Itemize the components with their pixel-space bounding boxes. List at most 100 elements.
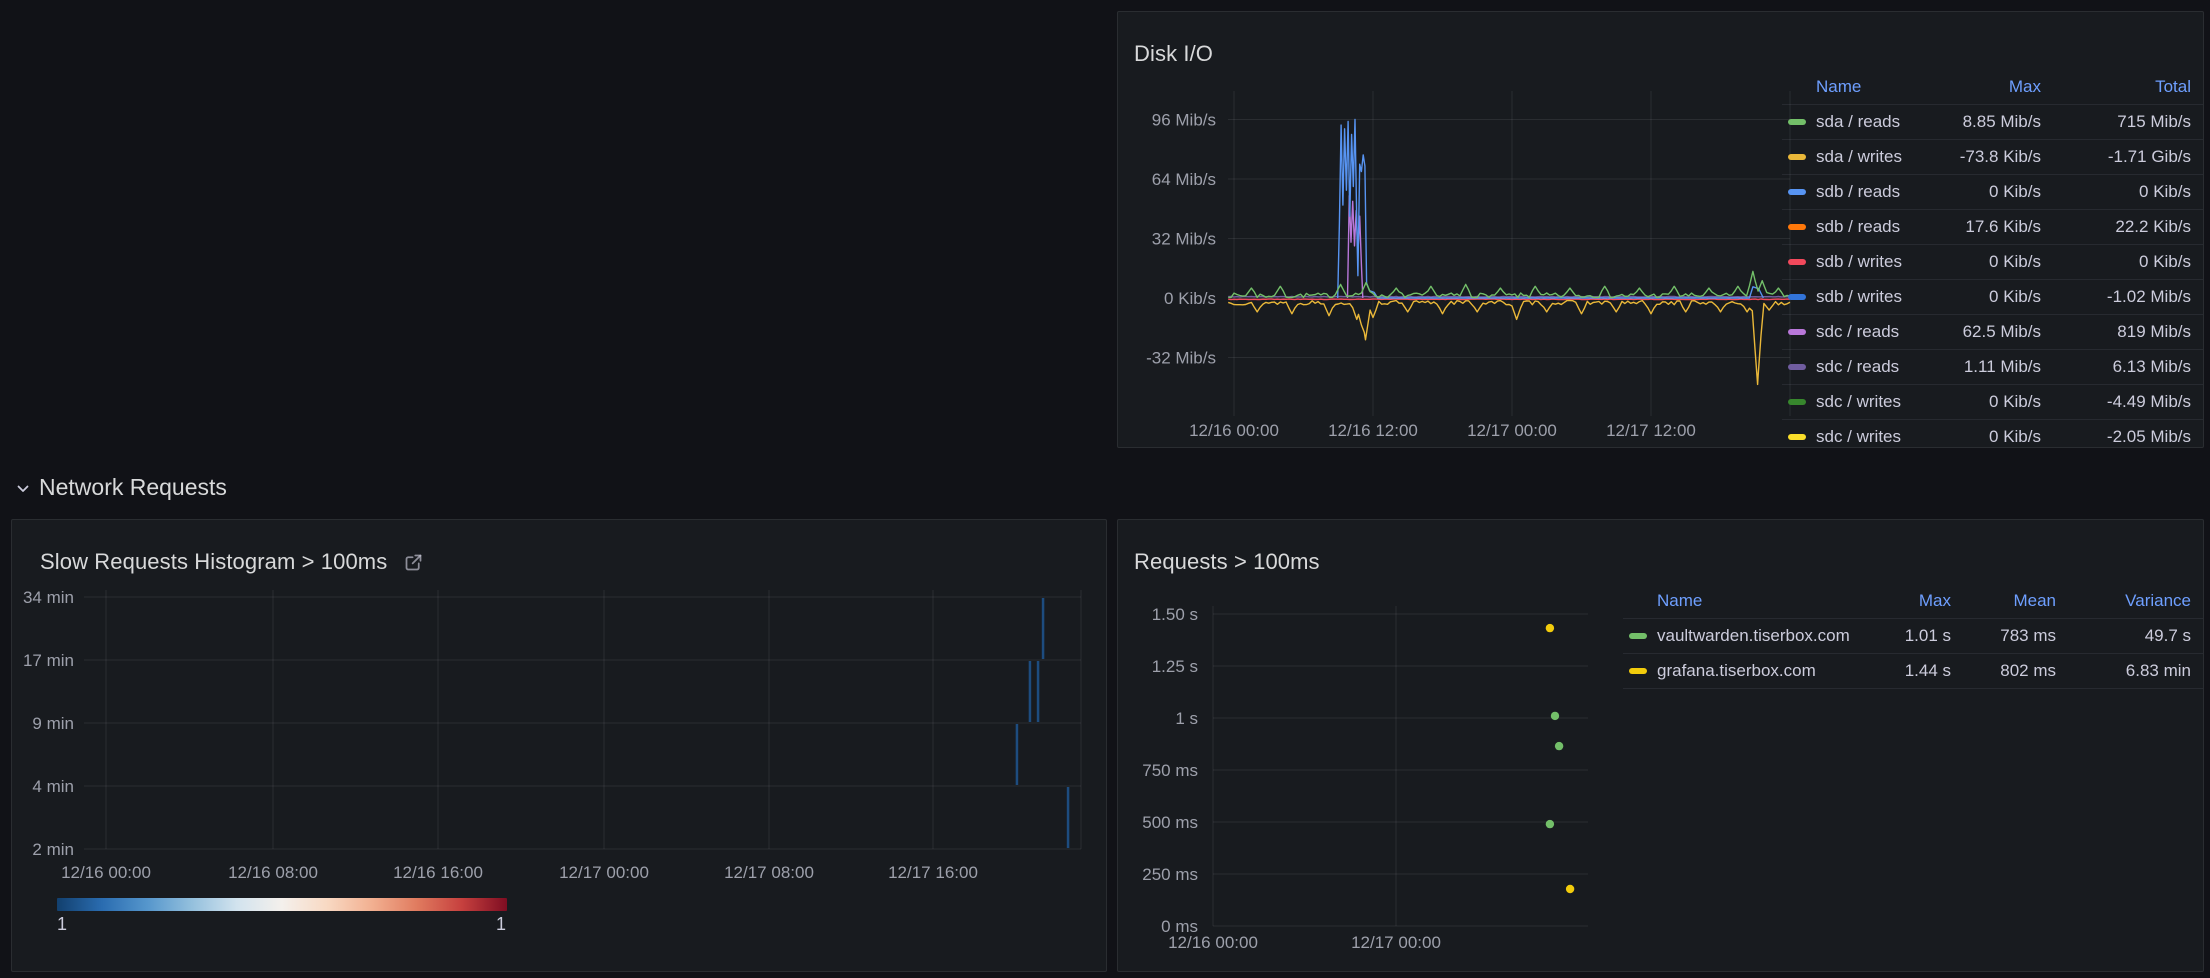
y-axis-tick-label: 64 Mib/s [1152,170,1216,189]
requests-legend: NameMaxMeanVariance vaultwarden.tiserbox.… [1623,584,2204,689]
series-name: sdc / writes [1816,427,1935,447]
panel-disk-io: Disk I/O 96 Mib/s64 Mib/s32 Mib/s0 Kib/s… [1117,11,2204,448]
x-axis-tick-label: 12/17 00:00 [559,863,649,882]
x-axis-tick-label: 12/17 16:00 [888,863,978,882]
y-axis-tick-label: 34 min [23,588,74,607]
legend-row-sdc-writes[interactable]: sdc / writes0 Kib/s-2.05 Mib/s [1782,420,2204,448]
legend-row-grafana-tiserbox-com[interactable]: grafana.tiserbox.com1.44 s802 ms6.83 min [1623,654,2204,689]
heatmap-cell [1042,598,1045,659]
series-total: 0 Kib/s [2055,182,2204,202]
series-max: 0 Kib/s [1935,182,2055,202]
x-axis-tick-label: 12/16 16:00 [393,863,483,882]
legend-col-header-max[interactable]: Max [1935,77,2055,97]
grafana-dashboard: Disk I/O 96 Mib/s64 Mib/s32 Mib/s0 Kib/s… [0,0,2210,978]
series-name: sdc / reads [1816,322,1935,342]
y-axis-tick-label: 17 min [23,651,74,670]
series-max: 0 Kib/s [1935,287,2055,307]
series-max: 1.11 Mib/s [1935,357,2055,377]
heatmap-color-scale [57,898,507,911]
series-color-marker [1629,668,1647,674]
series-name: sdb / reads [1816,217,1935,237]
series-color-marker [1788,294,1806,300]
y-axis-tick-label: -32 Mib/s [1146,348,1216,367]
series-color-marker [1788,224,1806,230]
x-axis-tick-label: 12/17 00:00 [1351,933,1441,952]
y-axis-tick-label: 1 s [1175,709,1198,728]
series-total: -2.05 Mib/s [2055,427,2204,447]
legend-header-row: NameMaxTotal [1782,70,2204,105]
series-max: 1.01 s [1865,626,1965,646]
scatter-point-vaultwarden [1546,820,1554,828]
legend-row-sda-writes[interactable]: sda / writes-73.8 Kib/s-1.71 Gib/s [1782,140,2204,175]
legend-row-sdb-writes[interactable]: sdb / writes0 Kib/s0 Kib/s [1782,245,2204,280]
legend-col-header-variance[interactable]: Variance [2070,591,2204,611]
x-axis-tick-label: 12/17 12:00 [1606,421,1696,440]
section-row-network-requests[interactable]: Network Requests [14,474,227,501]
legend-col-header-max[interactable]: Max [1865,591,1965,611]
legend-col-header-name[interactable]: Name [1657,591,1865,611]
x-axis-tick-label: 12/17 08:00 [724,863,814,882]
y-axis-tick-label: 96 Mib/s [1152,111,1216,130]
legend-col-header-total[interactable]: Total [2055,77,2204,97]
heatmap-cell [1067,787,1070,848]
series-color-marker [1788,259,1806,265]
legend-row-sdc-writes[interactable]: sdc / writes0 Kib/s-4.49 Mib/s [1782,385,2204,420]
series-max: 1.44 s [1865,661,1965,681]
legend-col-header-mean[interactable]: Mean [1965,591,2070,611]
series-color-marker [1788,434,1806,440]
series-name: sdb / writes [1816,252,1935,272]
series-total: 0 Kib/s [2055,252,2204,272]
legend-row-vaultwarden-tiserbox-com[interactable]: vaultwarden.tiserbox.com1.01 s783 ms49.7… [1623,619,2204,654]
x-axis-tick-label: 12/16 08:00 [228,863,318,882]
series-mean: 802 ms [1965,661,2070,681]
series-max: 17.6 Kib/s [1935,217,2055,237]
heatmap-cell [1016,724,1019,785]
scatter-point-vaultwarden [1555,742,1563,750]
x-axis-tick-label: 12/16 00:00 [1168,933,1258,952]
series-total: 22.2 Kib/s [2055,217,2204,237]
series-max: 62.5 Mib/s [1935,322,2055,342]
series-line-sda-writes [1228,301,1790,385]
series-mean: 783 ms [1965,626,2070,646]
series-total: -1.02 Mib/s [2055,287,2204,307]
series-color-marker [1788,399,1806,405]
series-name: sdc / reads [1816,357,1935,377]
panel-requests-100ms: Requests > 100ms 1.50 s1.25 s1 s750 ms50… [1117,519,2204,972]
series-name: sdc / writes [1816,392,1935,412]
legend-row-sdc-reads[interactable]: sdc / reads62.5 Mib/s819 Mib/s [1782,315,2204,350]
legend-row-sdb-reads[interactable]: sdb / reads17.6 Kib/s22.2 Kib/s [1782,210,2204,245]
section-title: Network Requests [39,474,227,501]
series-max: -73.8 Kib/s [1935,147,2055,167]
series-max: 0 Kib/s [1935,252,2055,272]
y-axis-tick-label: 250 ms [1142,865,1198,884]
legend-row-sdb-reads[interactable]: sdb / reads0 Kib/s0 Kib/s [1782,175,2204,210]
series-line-zero-line-red [1228,299,1790,300]
heatmap-cell [1037,661,1040,722]
series-line-zero-line-purple [1228,296,1790,297]
legend-row-sda-reads[interactable]: sda / reads8.85 Mib/s715 Mib/s [1782,105,2204,140]
series-max: 0 Kib/s [1935,392,2055,412]
y-axis-tick-label: 2 min [32,840,74,859]
x-axis-tick-label: 12/16 00:00 [1189,421,1279,440]
series-total: 819 Mib/s [2055,322,2204,342]
series-total: 6.13 Mib/s [2055,357,2204,377]
series-variance: 6.83 min [2070,661,2204,681]
series-name: sdb / reads [1816,182,1935,202]
scatter-point-grafana [1546,624,1554,632]
legend-col-header-name[interactable]: Name [1816,77,1935,97]
series-line-sda-reads [1228,271,1790,297]
color-scale-min-label: 1 [57,914,67,935]
series-max: 8.85 Mib/s [1935,112,2055,132]
grid-lines [1228,91,1790,416]
scatter-point-grafana [1566,885,1574,893]
y-axis-tick-label: 750 ms [1142,761,1198,780]
legend-row-sdb-writes[interactable]: sdb / writes0 Kib/s-1.02 Mib/s [1782,280,2204,315]
legend-row-sdc-reads[interactable]: sdc / reads1.11 Mib/s6.13 Mib/s [1782,350,2204,385]
x-axis-tick-label: 12/16 00:00 [61,863,151,882]
series-max: 0 Kib/s [1935,427,2055,447]
series-color-marker [1788,154,1806,160]
scatter-point-vaultwarden [1551,712,1559,720]
y-axis-tick-label: 9 min [32,714,74,733]
x-axis-tick-label: 12/17 00:00 [1467,421,1557,440]
y-axis-tick-label: 500 ms [1142,813,1198,832]
